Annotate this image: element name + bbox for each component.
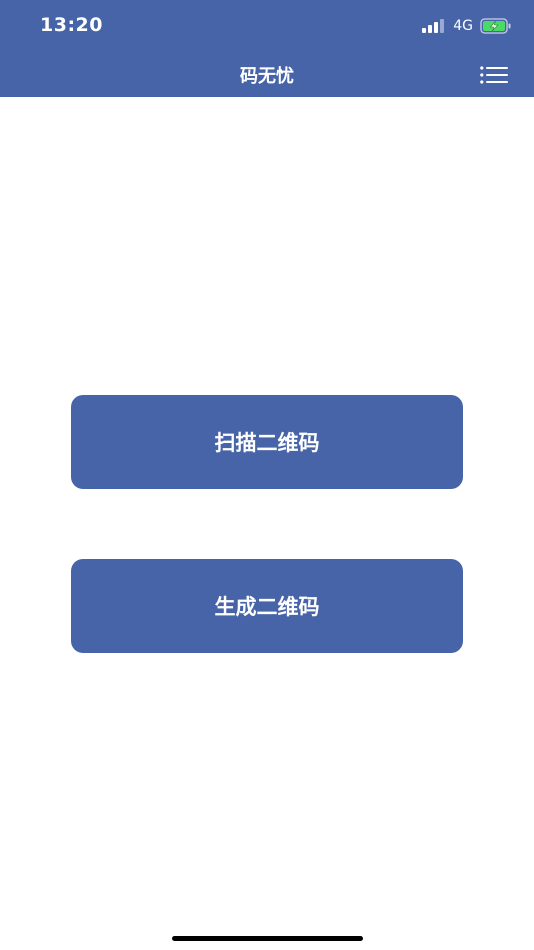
nav-bar: 码无忧 <box>0 52 534 97</box>
page-title: 码无忧 <box>240 66 294 87</box>
header: 13:20 4G 码无忧 <box>0 0 534 97</box>
battery-charging-icon <box>480 18 511 34</box>
app-screen: 13:20 4G 码无忧 扫描二维码 生成二维码 <box>0 0 534 950</box>
status-bar: 13:20 4G <box>0 0 534 52</box>
status-time: 13:20 <box>40 14 103 36</box>
generate-qr-button[interactable]: 生成二维码 <box>71 559 463 653</box>
network-label: 4G <box>453 18 473 34</box>
list-menu-icon[interactable] <box>480 66 508 84</box>
signal-icon <box>422 19 446 33</box>
status-indicators: 4G <box>422 17 512 35</box>
home-indicator[interactable] <box>172 936 363 941</box>
scan-qr-button[interactable]: 扫描二维码 <box>71 395 463 489</box>
